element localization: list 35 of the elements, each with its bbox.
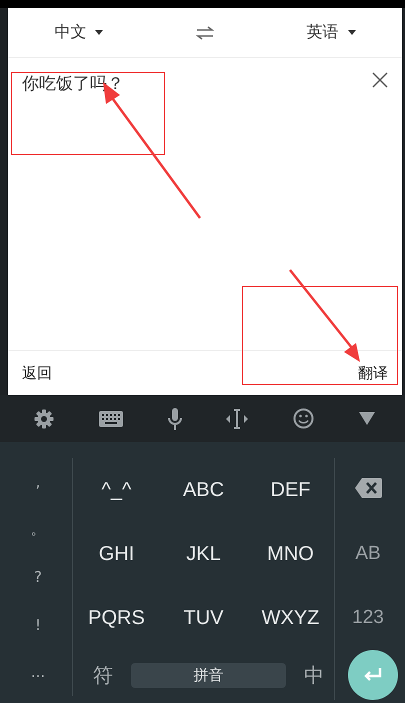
letter-key[interactable]: GHI xyxy=(73,522,160,586)
symbols-key[interactable]: 符 xyxy=(83,662,123,688)
target-language-dropdown[interactable]: 英语 xyxy=(306,22,356,43)
mode-key[interactable]: AB xyxy=(355,543,381,565)
letter-key[interactable]: PQRS xyxy=(73,586,160,650)
enter-icon xyxy=(363,668,383,682)
letter-key[interactable]: ^_^ xyxy=(73,458,160,522)
keyboard-icon[interactable] xyxy=(98,410,123,426)
caret-icon xyxy=(348,30,356,35)
back-button[interactable]: 返回 xyxy=(22,364,52,382)
source-language-dropdown[interactable]: 中文 xyxy=(54,22,104,43)
symbol-key[interactable]: 。 xyxy=(4,511,72,548)
swap-icon[interactable] xyxy=(196,26,214,40)
mode-key[interactable]: 123 xyxy=(352,607,384,629)
emoji-icon[interactable] xyxy=(292,408,314,429)
symbol-key[interactable]: ... xyxy=(4,654,72,690)
close-icon[interactable] xyxy=(372,72,388,88)
letter-key[interactable]: TUV xyxy=(160,586,247,650)
language-key[interactable]: 中 xyxy=(294,662,334,688)
collapse-icon[interactable] xyxy=(358,412,375,425)
letter-key[interactable]: WXYZ xyxy=(247,586,334,650)
space-bar[interactable]: 拼音 xyxy=(131,662,286,688)
translate-button[interactable]: 翻译 xyxy=(358,364,388,382)
enter-key[interactable] xyxy=(348,650,398,700)
caret-icon xyxy=(95,30,104,35)
symbol-key[interactable]: ? xyxy=(4,558,72,595)
letter-key[interactable]: MNO xyxy=(247,522,334,586)
symbol-key[interactable]: , xyxy=(4,464,72,500)
letter-key[interactable]: ABC xyxy=(160,458,247,522)
letter-key[interactable]: JKL xyxy=(160,522,247,586)
backspace-icon xyxy=(354,478,382,498)
microphone-icon[interactable] xyxy=(168,408,182,430)
letter-key[interactable]: DEF xyxy=(247,458,334,522)
cursor-move-icon[interactable] xyxy=(226,408,248,428)
symbol-key[interactable]: ! xyxy=(4,606,72,643)
